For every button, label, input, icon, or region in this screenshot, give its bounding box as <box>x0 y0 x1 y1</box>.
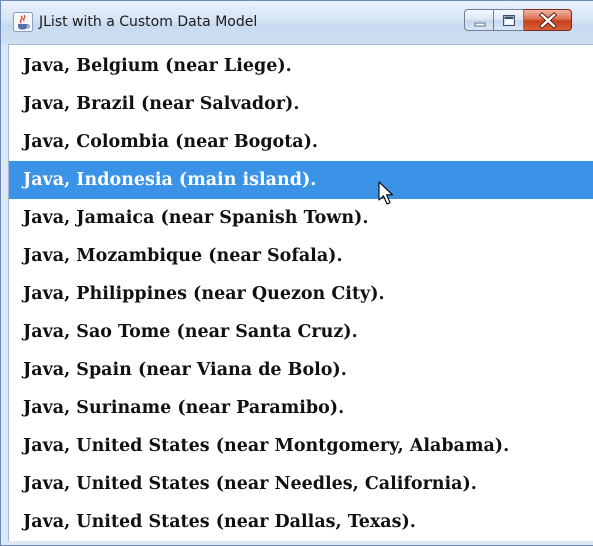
list-item-us-needles[interactable]: Java, United States (near Needles, Calif… <box>9 465 593 503</box>
java-coffee-cup-icon[interactable] <box>13 12 33 32</box>
list-item-spain[interactable]: Java, Spain (near Viana de Bolo). <box>9 351 593 389</box>
list-item-philippines[interactable]: Java, Philippines (near Quezon City). <box>9 275 593 313</box>
list-item-us-dallas[interactable]: Java, United States (near Dallas, Texas)… <box>9 503 593 541</box>
app-window: JList with a Custom Data Model Java, Bel… <box>0 0 593 546</box>
list-item-belgium[interactable]: Java, Belgium (near Liege). <box>9 47 593 85</box>
list-item-indonesia[interactable]: Java, Indonesia (main island). <box>9 161 593 199</box>
list-item-suriname[interactable]: Java, Suriname (near Paramibo). <box>9 389 593 427</box>
list-item-colombia[interactable]: Java, Colombia (near Bogota). <box>9 123 593 161</box>
minimize-button[interactable] <box>464 9 494 31</box>
minimize-icon <box>474 22 486 27</box>
close-icon <box>539 12 557 29</box>
list-item-sao-tome[interactable]: Java, Sao Tome (near Santa Cruz). <box>9 313 593 351</box>
maximize-button[interactable] <box>494 9 524 31</box>
maximize-icon <box>503 15 515 26</box>
title-bar[interactable]: JList with a Custom Data Model <box>1 1 593 44</box>
list-item-jamaica[interactable]: Java, Jamaica (near Spanish Town). <box>9 199 593 237</box>
close-button[interactable] <box>524 9 572 31</box>
list-item-brazil[interactable]: Java, Brazil (near Salvador). <box>9 85 593 123</box>
list-item-us-montgomery[interactable]: Java, United States (near Montgomery, Al… <box>9 427 593 465</box>
list-item-mozambique[interactable]: Java, Mozambique (near Sofala). <box>9 237 593 275</box>
window-controls <box>464 9 572 33</box>
window-title: JList with a Custom Data Model <box>39 14 258 30</box>
country-list[interactable]: Java, Belgium (near Liege). Java, Brazil… <box>8 44 593 541</box>
